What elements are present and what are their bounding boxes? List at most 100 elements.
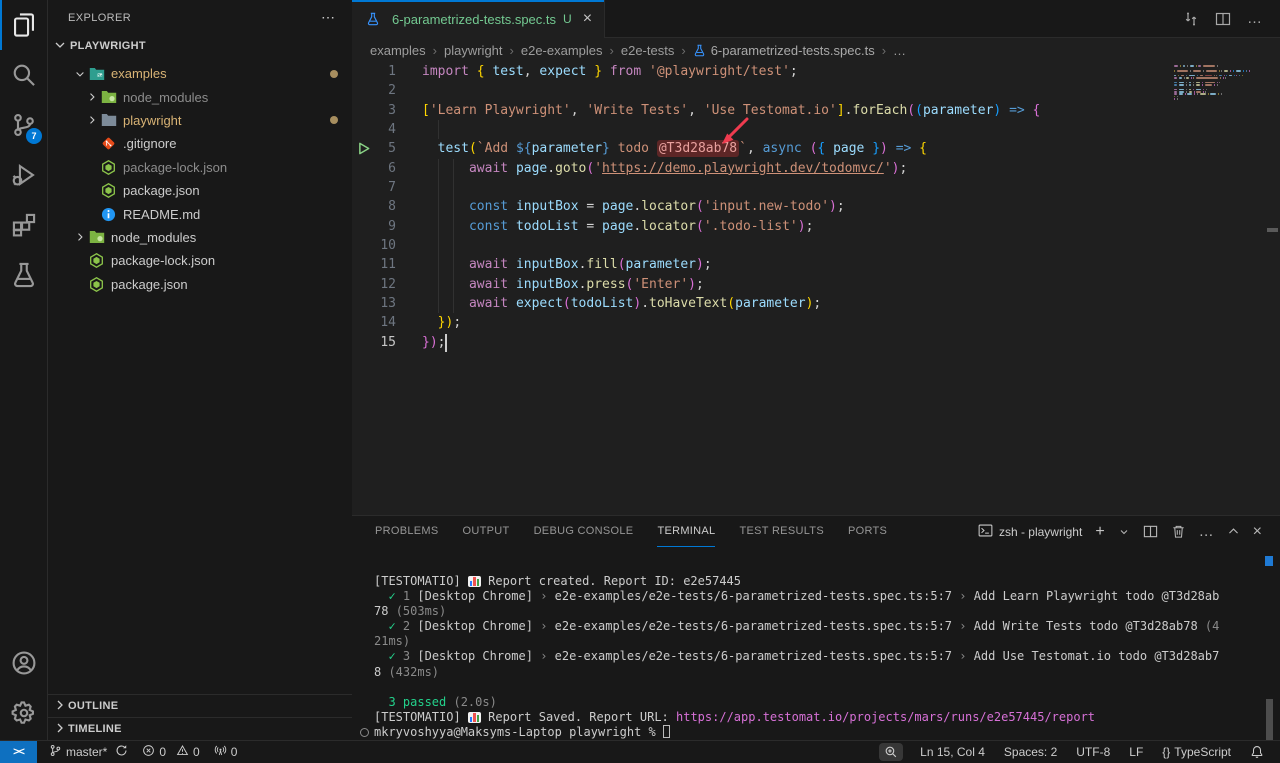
encoding[interactable]: UTF-8 — [1074, 741, 1112, 763]
language-mode[interactable]: {} TypeScript — [1160, 741, 1233, 763]
tree-item-node-modules[interactable]: node_modules — [48, 226, 352, 249]
breadcrumb-file[interactable]: 6-parametrized-tests.spec.ts — [711, 43, 875, 58]
code-token: ( — [907, 103, 915, 118]
code-editor[interactable]: 123456789101112131415 import { test, exp… — [352, 62, 1280, 515]
code-token: 'Enter' — [633, 277, 688, 292]
panel-tab-terminal[interactable]: TERMINAL — [657, 516, 715, 547]
terminal-scrollbar[interactable] — [1265, 547, 1273, 740]
code-line-8: const inputBox = page.locator('input.new… — [422, 197, 1170, 216]
breadcrumb-item[interactable]: e2e-tests — [621, 43, 674, 58]
minimap[interactable] — [1174, 65, 1262, 100]
activitybar-run-and-debug[interactable] — [0, 150, 48, 200]
tree-item-package-json[interactable]: package.json — [48, 179, 352, 202]
eol-sequence[interactable]: LF — [1127, 741, 1145, 763]
code-token: , — [571, 103, 587, 118]
activitybar-account[interactable] — [0, 638, 48, 688]
code-token — [422, 161, 469, 176]
tree-item-node-modules[interactable]: node_modules — [48, 85, 352, 108]
testomatio-icon — [468, 712, 481, 723]
code-token: ; — [696, 277, 704, 292]
tree-item-label: examples — [111, 66, 167, 81]
panel-tab-problems[interactable]: PROBLEMS — [375, 516, 439, 547]
tab-spec-file[interactable]: 6-parametrized-tests.spec.ts U × — [352, 0, 605, 38]
terminal-text: e2e-examples/e2e-tests/6-parametrized-te… — [547, 589, 959, 603]
terminal-text: (4 — [1205, 619, 1219, 633]
remote-indicator[interactable]: >< — [0, 741, 37, 763]
code-line-15: }); — [422, 333, 1170, 352]
code-token — [422, 199, 469, 214]
breadcrumb-item[interactable]: examples — [370, 43, 426, 58]
kill-terminal-icon[interactable] — [1171, 524, 1186, 539]
line-number: 14 — [352, 313, 396, 332]
code-token: '.todo-list' — [704, 219, 798, 234]
tree-item-examples[interactable]: examples — [48, 62, 352, 85]
terminal-output[interactable]: [TESTOMATIO] Report created. Report ID: … — [374, 574, 1260, 740]
code-token — [508, 161, 516, 176]
tree-item--gitignore[interactable]: .gitignore — [48, 132, 352, 155]
code-line-3: ['Learn Playwright', 'Write Tests', 'Use… — [422, 101, 1170, 120]
breadcrumb-more[interactable]: … — [893, 43, 906, 58]
terminal-text — [374, 649, 388, 663]
terminal-text — [374, 589, 388, 603]
open-changes-icon[interactable] — [1183, 11, 1199, 27]
section-playwright[interactable]: PLAYWRIGHT — [48, 35, 352, 57]
new-terminal-button[interactable]: + — [1095, 523, 1104, 541]
section-outline[interactable]: OUTLINE — [48, 694, 352, 717]
activitybar-settings[interactable] — [0, 688, 48, 738]
scrollbar-thumb[interactable] — [1266, 699, 1273, 741]
indentation[interactable]: Spaces: 2 — [1002, 741, 1059, 763]
tree-item-playwright[interactable]: playwright — [48, 109, 352, 132]
close-icon[interactable]: × — [583, 11, 592, 27]
explorer-title: EXPLORER — [68, 12, 131, 24]
terminal-text: (432ms) — [388, 665, 439, 679]
git-branch-item[interactable]: master* — [47, 741, 130, 763]
terminal-instance[interactable]: zsh - playwright — [978, 523, 1082, 541]
tree-item-package-lock-json[interactable]: package-lock.json — [48, 249, 352, 272]
code-line-11: await inputBox.fill(parameter); — [422, 255, 1170, 274]
ports-item[interactable]: 0 — [212, 741, 240, 763]
tree-item-label: README.md — [123, 207, 200, 222]
more-actions-icon[interactable]: ⋯ — [321, 9, 336, 26]
screencast-zoom-indicator[interactable] — [879, 743, 903, 761]
breadcrumb-item[interactable]: e2e-examples — [521, 43, 603, 58]
terminal-dropdown-icon[interactable] — [1118, 526, 1130, 538]
breadcrumb-item[interactable]: playwright — [444, 43, 503, 58]
activitybar-source-control[interactable]: 7 — [0, 100, 48, 150]
run-test-play-button[interactable] — [358, 142, 371, 159]
code-token: ; — [438, 335, 446, 350]
code-token: locator — [641, 199, 696, 214]
more-actions-icon[interactable]: … — [1199, 523, 1214, 540]
code-token: { — [919, 141, 927, 156]
panel-tab-ports[interactable]: PORTS — [848, 516, 887, 547]
code-token — [508, 277, 516, 292]
split-editor-icon[interactable] — [1215, 11, 1231, 27]
maximize-panel-icon[interactable] — [1227, 525, 1240, 538]
panel-tab-output[interactable]: OUTPUT — [463, 516, 510, 547]
code-line-9: const todoList = page.locator('.todo-lis… — [422, 217, 1170, 236]
code-token: , — [747, 141, 755, 156]
section-timeline[interactable]: TIMELINE — [48, 717, 352, 740]
activitybar-extensions[interactable] — [0, 200, 48, 250]
tree-item-package-json[interactable]: package.json — [48, 273, 352, 296]
line-number: 9 — [352, 217, 396, 236]
code-token: await — [469, 161, 508, 176]
code-token: page — [833, 141, 864, 156]
tree-item-readme-md[interactable]: README.md — [48, 202, 352, 225]
panel-tab-debug-console[interactable]: DEBUG CONSOLE — [534, 516, 634, 547]
code-token: toHaveText — [649, 296, 727, 311]
more-actions-icon[interactable]: … — [1247, 10, 1262, 27]
terminal-text — [374, 695, 388, 709]
split-terminal-icon[interactable] — [1143, 524, 1158, 539]
notifications-bell-icon[interactable] — [1248, 741, 1266, 763]
modified-dot — [330, 116, 338, 124]
activitybar-search[interactable] — [0, 50, 48, 100]
tree-item-package-lock-json[interactable]: package-lock.json — [48, 156, 352, 179]
activitybar-explorer[interactable] — [0, 0, 48, 50]
problems-item[interactable]: 0 0 — [140, 741, 201, 763]
activitybar-testing[interactable] — [0, 250, 48, 300]
terminal-link[interactable]: https://app.testomat.io/projects/mars/ru… — [676, 710, 1095, 724]
close-panel-icon[interactable]: × — [1253, 523, 1262, 541]
terminal-text — [396, 589, 403, 603]
panel-tab-test-results[interactable]: TEST RESULTS — [739, 516, 824, 547]
cursor-position[interactable]: Ln 15, Col 4 — [918, 741, 987, 763]
